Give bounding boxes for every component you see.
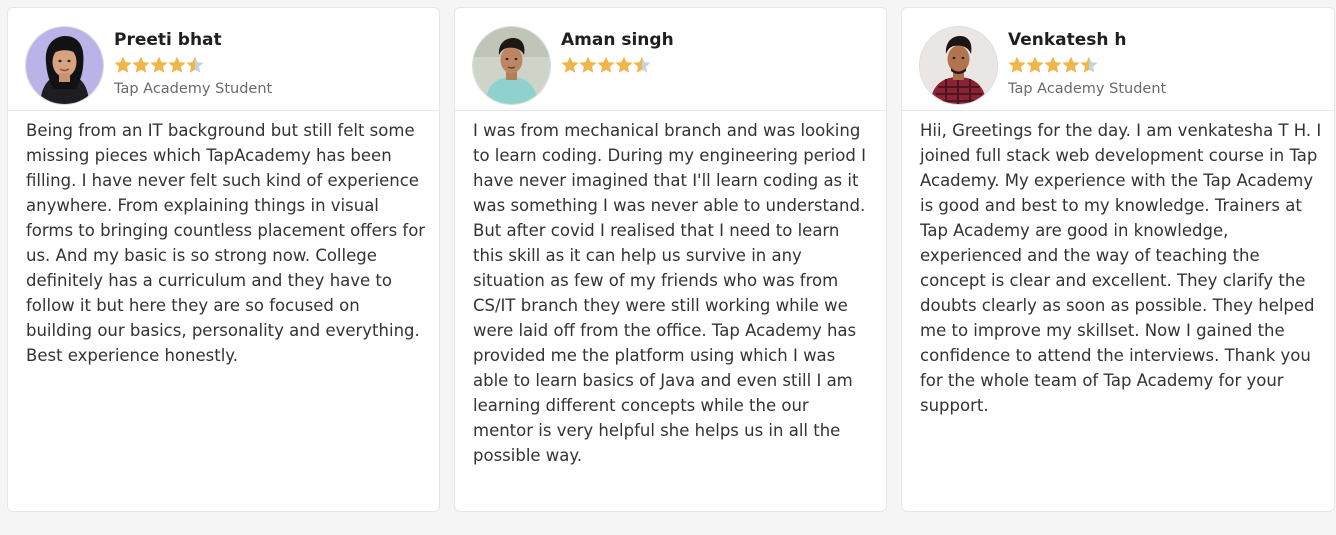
star-icon bbox=[633, 56, 651, 73]
star-icon bbox=[186, 56, 204, 73]
testimonial-card-header: Aman singh bbox=[455, 8, 886, 111]
star-icon bbox=[597, 56, 615, 73]
star-icon bbox=[561, 56, 579, 73]
star-icon bbox=[615, 56, 633, 73]
reviewer-name: Venkatesh h bbox=[1008, 30, 1127, 50]
star-icon bbox=[1026, 56, 1044, 73]
star-icon bbox=[579, 56, 597, 73]
testimonial-card: Preeti bhat Tap Academy Student Being fr… bbox=[7, 7, 440, 512]
star-icon bbox=[1008, 56, 1026, 73]
reviewer-role: Tap Academy Student bbox=[114, 81, 273, 97]
star-icon bbox=[114, 56, 132, 73]
testimonial-text: Hii, Greetings for the day. I am venkate… bbox=[920, 121, 1322, 415]
star-icon bbox=[1044, 56, 1062, 73]
rating-stars-graphic bbox=[561, 56, 651, 73]
testimonial-card: Aman singh I was from mechanical branch … bbox=[454, 7, 887, 512]
testimonial-card-header: Preeti bhat Tap Academy Student bbox=[8, 8, 439, 111]
student-photo-icon bbox=[920, 27, 997, 104]
rating-stars-graphic bbox=[114, 56, 204, 73]
avatar bbox=[920, 27, 997, 104]
reviewer-name: Preeti bhat bbox=[114, 30, 222, 50]
star-icon bbox=[1062, 56, 1080, 73]
star-rating bbox=[1008, 56, 1098, 76]
testimonial-card: Venkatesh h Tap Academy Student Hii, Gre… bbox=[901, 7, 1335, 512]
star-icon bbox=[150, 56, 168, 73]
avatar bbox=[26, 27, 103, 104]
avatar bbox=[473, 27, 550, 104]
star-rating bbox=[561, 56, 651, 76]
star-icon bbox=[168, 56, 186, 73]
student-photo-icon bbox=[26, 27, 103, 104]
star-rating bbox=[114, 56, 204, 76]
rating-stars-graphic bbox=[1008, 56, 1098, 73]
testimonial-card-header: Venkatesh h Tap Academy Student bbox=[902, 8, 1334, 111]
reviewer-name: Aman singh bbox=[561, 30, 674, 50]
testimonial-text: I was from mechanical branch and was loo… bbox=[473, 121, 866, 465]
student-photo-icon bbox=[473, 27, 550, 104]
star-icon bbox=[132, 56, 150, 73]
reviewer-role: Tap Academy Student bbox=[1008, 81, 1167, 97]
testimonials-section: Preeti bhat Tap Academy Student Being fr… bbox=[0, 0, 1336, 535]
testimonial-text: Being from an IT background but still fe… bbox=[26, 121, 426, 365]
star-icon bbox=[1080, 56, 1098, 73]
